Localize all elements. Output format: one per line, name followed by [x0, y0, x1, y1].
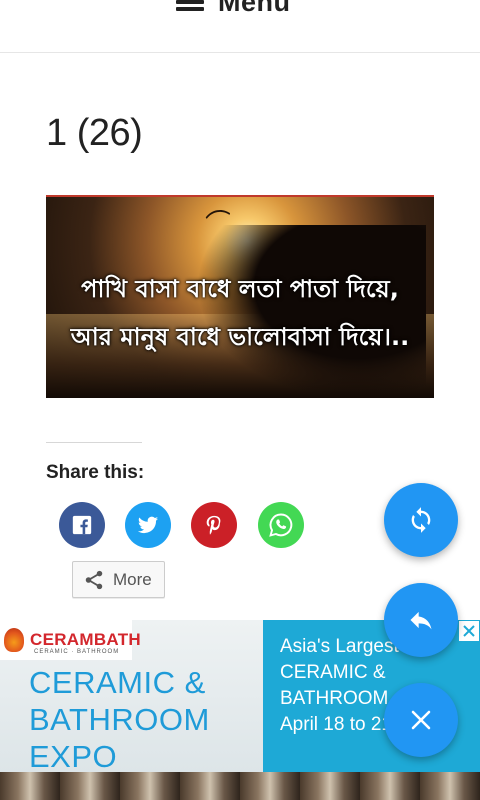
page-title: 1 (26) [46, 112, 143, 154]
share-heading: Share this: [46, 462, 145, 483]
pinterest-icon [206, 515, 221, 535]
ad-brand-sub: CERAMIC · BATHROOM [34, 649, 120, 655]
ad-tagline-line: CERAMIC & [280, 662, 386, 683]
facebook-icon [72, 515, 92, 535]
close-fab-button[interactable] [384, 683, 458, 757]
ad-photo-strip [0, 772, 480, 800]
share-pinterest-button[interactable] [191, 502, 237, 548]
menu-toggle-button[interactable]: Menu [176, 0, 291, 18]
twitter-icon [137, 516, 159, 534]
reply-fab-button[interactable] [384, 583, 458, 657]
whatsapp-icon [269, 513, 293, 537]
close-icon [463, 625, 475, 637]
ad-close-button[interactable] [458, 620, 480, 642]
share-twitter-button[interactable] [125, 502, 171, 548]
ad-headline: CERAMIC & BATHROOM EXPO [29, 664, 269, 775]
image-caption-line-2: আর মানুষ বাধে ভালোবাসা দিয়ে।.. [70, 323, 410, 351]
refresh-icon [411, 507, 431, 533]
bird-silhouette: ⌒ [203, 205, 235, 241]
ad-headline-line: EXPO [29, 739, 118, 774]
share-divider [46, 442, 142, 443]
refresh-fab-button[interactable] [384, 483, 458, 557]
share-whatsapp-button[interactable] [258, 502, 304, 548]
ad-headline-line: BATHROOM [29, 702, 210, 737]
image-caption-line-1: পাখি বাসা বাধে লতা পাতা দিয়ে, [81, 275, 399, 303]
share-icon [85, 570, 103, 589]
hamburger-icon [176, 0, 204, 11]
share-facebook-button[interactable] [59, 502, 105, 548]
more-label: More [113, 569, 152, 589]
ad-headline-line: CERAMIC & [29, 665, 206, 700]
menu-label: Menu [218, 0, 291, 17]
ad-left-panel: CERAMBATH CERAMIC · BATHROOM CERAMIC & B… [0, 620, 263, 774]
ad-brand: CERAMBATH [30, 630, 141, 649]
more-share-button[interactable]: More [72, 561, 165, 598]
close-icon [411, 710, 431, 730]
couple-silhouette [196, 225, 426, 398]
site-header: Menu [0, 0, 480, 53]
flame-logo-icon [4, 628, 24, 652]
ad-logo: CERAMBATH CERAMIC · BATHROOM [0, 620, 141, 660]
post-image[interactable]: ⌒ পাখি বাসা বাধে লতা পাতা দিয়ে, আর মানু… [46, 195, 434, 398]
reply-icon [410, 611, 432, 630]
